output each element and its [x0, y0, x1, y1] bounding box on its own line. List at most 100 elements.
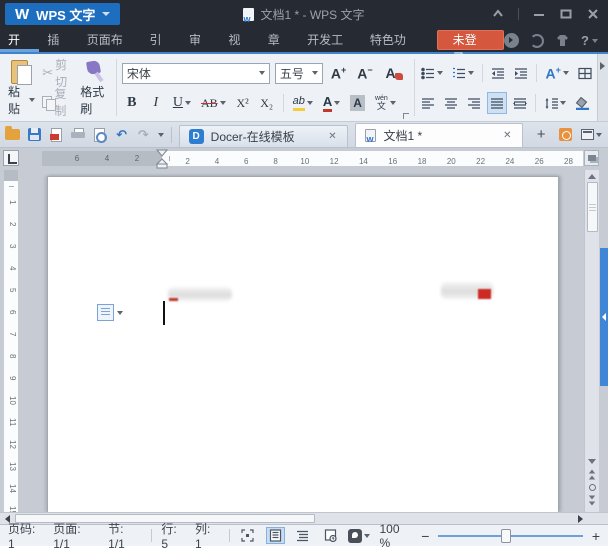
arrow-down-icon	[588, 459, 596, 464]
new-tab-button[interactable]	[530, 125, 552, 145]
web-view-button[interactable]	[321, 527, 339, 544]
undo-history-dropdown[interactable]	[158, 133, 164, 137]
collapse-ribbon-button[interactable]	[491, 7, 505, 21]
tab-docer-templates[interactable]: Docer-在线模板	[179, 125, 349, 147]
zoom-slider[interactable]	[438, 529, 582, 543]
line-spacing-button[interactable]	[541, 92, 569, 114]
maximize-button[interactable]	[559, 7, 573, 21]
next-page-button[interactable]	[588, 495, 596, 506]
ribbon-tab[interactable]: 页面布局	[79, 28, 142, 52]
play-demo-icon[interactable]	[504, 33, 519, 48]
select-browse-object-button[interactable]	[589, 484, 596, 491]
paste-options-button[interactable]	[97, 303, 124, 322]
phonetic-guide-button[interactable]: wén 文	[372, 92, 399, 114]
updates-icon[interactable]	[530, 34, 544, 48]
login-button[interactable]: 未登录	[437, 30, 504, 50]
ribbon-tab[interactable]: 引用	[142, 28, 181, 52]
superscript-button[interactable]: X²	[233, 92, 253, 114]
vertical-scrollbar[interactable]	[584, 170, 599, 512]
decrease-font-button[interactable]: A	[354, 62, 375, 84]
print-button[interactable]	[71, 127, 86, 142]
increase-font-button[interactable]: A	[328, 62, 349, 84]
align-center-button[interactable]	[441, 92, 461, 114]
tabbar-tools	[559, 128, 602, 141]
italic-button[interactable]: I	[146, 92, 166, 114]
increase-indent-button[interactable]	[511, 62, 531, 84]
wps-menu-button[interactable]: WPS 文字	[5, 3, 120, 25]
tab-document1[interactable]: 文档1 *	[355, 123, 523, 147]
font-name-select[interactable]: 宋体	[122, 63, 270, 84]
numbered-list-button[interactable]	[449, 62, 477, 84]
subscript-button[interactable]: X₂	[257, 92, 277, 114]
minimize-button[interactable]	[532, 7, 546, 21]
distributed-align-button[interactable]	[510, 92, 530, 114]
scroll-down-button[interactable]	[585, 455, 600, 467]
align-left-button[interactable]	[418, 92, 438, 114]
zoom-in-button[interactable]	[592, 528, 600, 544]
ribbon-tab[interactable]: 插入	[39, 28, 78, 52]
char-shading-button[interactable]: A	[347, 92, 368, 114]
highlight-button[interactable]: ab	[290, 92, 316, 114]
ribbon-tab[interactable]: 开始	[0, 28, 39, 52]
clear-format-button[interactable]: A	[381, 62, 401, 84]
shading-button[interactable]	[572, 92, 593, 114]
scrollbar-thumb[interactable]	[587, 182, 598, 232]
align-right-button[interactable]	[464, 92, 484, 114]
document-page[interactable]	[47, 176, 559, 512]
help-button[interactable]	[581, 33, 598, 48]
horizontal-ruler[interactable]: 642 24681012141618202224262830	[42, 151, 583, 166]
bold-button[interactable]: B	[122, 92, 142, 114]
tab-list-button[interactable]	[581, 129, 602, 140]
print-preview-button[interactable]	[92, 127, 107, 142]
ruler-number: 8	[8, 345, 17, 367]
underline-button[interactable]: U	[170, 92, 194, 114]
ribbon-overflow-button[interactable]	[597, 54, 608, 121]
export-pdf-button[interactable]	[49, 127, 64, 142]
undo-button[interactable]	[114, 127, 129, 142]
eye-protection-button[interactable]	[348, 529, 370, 543]
save-icon	[28, 128, 41, 141]
open-file-button[interactable]	[5, 127, 20, 142]
align-justify-button[interactable]	[487, 92, 507, 114]
decrease-indent-button[interactable]	[488, 62, 508, 84]
bullet-list-button[interactable]	[418, 62, 446, 84]
strikethrough-button[interactable]: AB	[198, 92, 229, 114]
history-clock-icon[interactable]	[559, 128, 572, 141]
indent-markers[interactable]	[156, 149, 168, 172]
text-tool-button[interactable]: A	[542, 62, 571, 84]
ribbon-tab[interactable]: 开发工具	[299, 28, 362, 52]
zoom-slider-thumb[interactable]	[501, 529, 511, 543]
ribbon-tab[interactable]: 视图	[220, 28, 259, 52]
highlight-icon: ab	[293, 95, 305, 111]
inner-separator	[482, 64, 483, 82]
task-pane-handle[interactable]	[600, 248, 608, 386]
format-painter-button[interactable]: 格式刷	[76, 54, 114, 121]
ribbon-tab[interactable]: 审阅	[181, 28, 220, 52]
font-color-button[interactable]: A	[320, 92, 343, 114]
skin-theme-icon[interactable]	[555, 34, 570, 47]
font-size-select[interactable]: 五号	[275, 63, 323, 84]
ruler-toggle-button[interactable]	[584, 150, 599, 166]
save-button[interactable]	[27, 127, 42, 142]
ribbon-tab[interactable]: 特色功能	[362, 28, 425, 52]
ruler-number: 12	[319, 154, 348, 163]
tab-stop-selector[interactable]	[3, 150, 19, 166]
close-tab-icon[interactable]	[326, 131, 338, 142]
close-button[interactable]	[586, 7, 600, 21]
outline-view-button[interactable]	[294, 527, 312, 544]
scroll-up-button[interactable]	[585, 170, 600, 182]
paste-button[interactable]: 粘贴	[4, 54, 39, 121]
ruler-number: 13	[8, 455, 17, 477]
redo-button[interactable]	[136, 127, 151, 142]
vertical-ruler[interactable]: 123456789101112131415	[4, 170, 18, 512]
insert-table-button[interactable]	[575, 62, 595, 84]
ribbon-tab[interactable]: 章节	[260, 28, 299, 52]
font-dialog-launcher[interactable]	[403, 113, 409, 119]
page-view-button[interactable]	[266, 527, 284, 544]
copy-button[interactable]: 复制	[39, 91, 76, 113]
zoom-out-button[interactable]	[421, 528, 429, 544]
cut-button[interactable]: 剪切	[39, 62, 76, 84]
fullscreen-view-button[interactable]	[239, 527, 257, 544]
close-tab-icon[interactable]	[501, 130, 513, 141]
previous-page-button[interactable]	[588, 469, 596, 480]
